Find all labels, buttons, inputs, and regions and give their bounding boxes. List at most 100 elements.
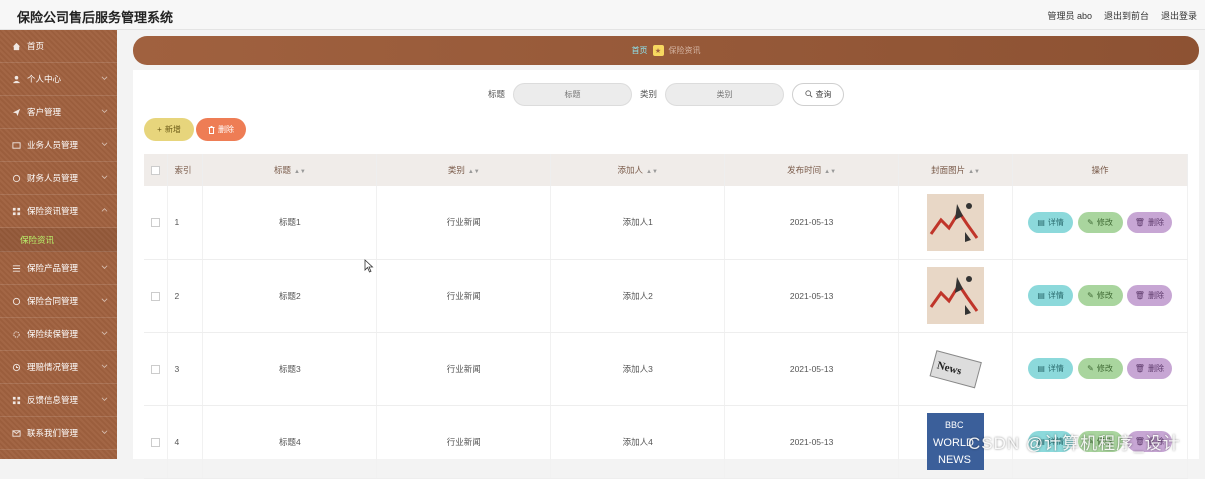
sidebar-item-label: 个人中心 bbox=[27, 74, 62, 84]
chevron-down-icon bbox=[101, 397, 108, 401]
column-header-title[interactable]: 标题 ▲▼ bbox=[202, 154, 378, 186]
add-button[interactable]: + 新增 bbox=[144, 118, 194, 141]
title-search-input[interactable] bbox=[513, 82, 632, 106]
edit-button[interactable]: ✎ 修改 bbox=[1077, 285, 1123, 306]
row-category: 行业新闻 bbox=[376, 259, 552, 333]
row-date: 2021-05-13 bbox=[724, 405, 900, 479]
delete-button-label: 删除 bbox=[1147, 291, 1164, 300]
edit-button-label: 修改 bbox=[1096, 291, 1113, 300]
column-header-image-label: 封面图片 bbox=[931, 165, 966, 175]
row-date: 2021-05-13 bbox=[724, 186, 900, 260]
chevron-down-icon bbox=[101, 265, 108, 269]
sidebar-item-claims[interactable]: 理赔情况管理 bbox=[0, 351, 117, 384]
search-bar: 标题 类别 查询 bbox=[133, 82, 1199, 106]
grid-icon bbox=[11, 395, 21, 405]
sidebar-item-label: 首页 bbox=[27, 41, 45, 51]
column-header-adder[interactable]: 添加人 ▲▼ bbox=[550, 154, 726, 186]
exit-to-frontend-link[interactable]: 退出到前台 bbox=[1104, 9, 1149, 22]
row-image-cell bbox=[898, 259, 1013, 333]
select-all-cell bbox=[144, 154, 169, 186]
column-header-title-label: 标题 bbox=[273, 165, 291, 175]
table-header-row: 索引 标题 ▲▼ 类别 ▲▼ 添加人 ▲▼ 发布时间 ▲▼ 封面图片 ▲▼ 操作 bbox=[144, 154, 1188, 186]
sidebar-item-personal-center[interactable]: 个人中心 bbox=[0, 63, 117, 96]
sidebar-item-label: 客户管理 bbox=[27, 107, 62, 117]
sort-icon: ▲▼ bbox=[646, 169, 658, 175]
action-bar: + 新增 删除 bbox=[144, 118, 246, 141]
row-adder: 添加人2 bbox=[550, 259, 726, 333]
sort-icon: ▲▼ bbox=[824, 169, 837, 175]
column-header-image[interactable]: 封面图片 ▲▼ bbox=[898, 154, 1013, 186]
column-header-date[interactable]: 发布时间 ▲▼ bbox=[724, 154, 900, 186]
edit-button[interactable]: ✎ 修改 bbox=[1077, 211, 1123, 233]
sidebar-item-customers[interactable]: 客户管理 bbox=[0, 96, 117, 129]
detail-button[interactable]: ▤ 详情 bbox=[1028, 358, 1074, 379]
detail-button[interactable]: ▤ 详情 bbox=[1028, 211, 1074, 233]
edit-button-label: 修改 bbox=[1096, 217, 1113, 227]
row-date: 2021-05-13 bbox=[724, 332, 900, 406]
detail-button-label: 详情 bbox=[1047, 217, 1064, 227]
row-checkbox[interactable] bbox=[151, 364, 161, 374]
row-checkbox[interactable] bbox=[151, 437, 161, 447]
table-row: 3 标题3 行业新闻 添加人3 2021-05-13 News ▤ 详情 ✎ 修… bbox=[144, 332, 1188, 406]
sidebar-item-label: 保险续保管理 bbox=[27, 329, 79, 339]
batch-delete-button[interactable]: 删除 bbox=[196, 118, 246, 141]
main-panel: 标题 类别 查询 + 新增 删除 索引 标题▲▼ 类别▲▼ bbox=[133, 70, 1199, 479]
column-header-category[interactable]: 类别 ▲▼ bbox=[376, 154, 552, 186]
sidebar-item-contact-us[interactable]: 联系我们管理 bbox=[0, 417, 117, 450]
row-date: 2021-05-13 bbox=[724, 259, 900, 333]
admin-user-link[interactable]: 管理员 abo bbox=[1047, 9, 1092, 22]
chart-arrow-image bbox=[927, 193, 985, 251]
select-all-checkbox[interactable] bbox=[151, 166, 161, 176]
category-label: 类别 bbox=[640, 89, 658, 99]
app-title: 保险公司售后服务管理系统 bbox=[17, 10, 174, 25]
trash-icon: 🗑 bbox=[1134, 364, 1145, 373]
sidebar-item-insurance-renewal[interactable]: 保险续保管理 bbox=[0, 318, 117, 351]
edit-button[interactable]: ✎ 修改 bbox=[1077, 358, 1123, 379]
chevron-down-icon bbox=[101, 364, 108, 368]
sidebar-item-insurance-news[interactable]: 保险资讯管理 bbox=[0, 195, 117, 228]
clock-icon bbox=[11, 362, 21, 372]
table-row: 2 标题2 行业新闻 添加人2 2021-05-13 ▤ 详情 ✎ 修改 🗑 删… bbox=[144, 259, 1188, 333]
row-actions: ▤ 详情 ✎ 修改 🗑 删除 bbox=[1012, 259, 1188, 333]
row-checkbox[interactable] bbox=[151, 218, 161, 228]
query-button[interactable]: 查询 bbox=[792, 82, 845, 106]
plus-icon: + bbox=[157, 125, 162, 134]
detail-button[interactable]: ▤ 详情 bbox=[1028, 285, 1074, 306]
delete-button[interactable]: 🗑 删除 bbox=[1126, 211, 1172, 233]
sidebar-item-insurance-products[interactable]: 保险产品管理 bbox=[0, 252, 117, 285]
column-header-actions: 操作 bbox=[1012, 154, 1188, 186]
chevron-down-icon bbox=[101, 76, 108, 80]
row-category: 行业新闻 bbox=[376, 405, 552, 479]
breadcrumb-home[interactable]: 首页 bbox=[632, 45, 648, 56]
category-search-input[interactable] bbox=[665, 82, 785, 106]
trash-icon: 🗑 bbox=[1134, 217, 1145, 227]
delete-button[interactable]: 🗑 删除 bbox=[1126, 358, 1172, 379]
grid-icon bbox=[11, 206, 21, 216]
sidebar-subitem-insurance-news[interactable]: 保险资讯 bbox=[0, 228, 117, 252]
mouse-cursor-icon bbox=[364, 259, 374, 273]
trash-icon: 🗑 bbox=[1134, 291, 1145, 300]
sidebar-item-feedback[interactable]: 反馈信息管理 bbox=[0, 384, 117, 417]
star-icon: ★ bbox=[652, 45, 664, 56]
sidebar-item-label: 业务人员管理 bbox=[27, 140, 79, 150]
row-title: 标题2 bbox=[202, 259, 378, 333]
sidebar-item-label: 保险产品管理 bbox=[27, 263, 79, 273]
chevron-down-icon bbox=[101, 331, 108, 335]
logout-link[interactable]: 退出登录 bbox=[1161, 9, 1197, 22]
delete-button[interactable]: 🗑 删除 bbox=[1126, 285, 1172, 306]
column-header-date-label: 发布时间 bbox=[787, 165, 822, 175]
sidebar-item-insurance-contracts[interactable]: 保险合同管理 bbox=[0, 285, 117, 318]
row-title: 标题3 bbox=[202, 332, 378, 406]
sidebar-item-salesmen[interactable]: 业务人员管理 bbox=[0, 129, 117, 162]
detail-icon: ▤ bbox=[1037, 291, 1045, 300]
title-label: 标题 bbox=[487, 89, 505, 99]
doc-icon bbox=[11, 296, 21, 306]
row-checkbox[interactable] bbox=[151, 291, 161, 301]
svg-text:NEWS: NEWS bbox=[938, 454, 971, 466]
gear-icon bbox=[11, 329, 21, 339]
chevron-down-icon bbox=[101, 175, 108, 179]
sidebar-item-home[interactable]: 首页 bbox=[0, 30, 117, 63]
sidebar-item-finance-staff[interactable]: 财务人员管理 bbox=[0, 162, 117, 195]
chevron-down-icon bbox=[101, 109, 108, 113]
detail-icon: ▤ bbox=[1037, 364, 1045, 373]
